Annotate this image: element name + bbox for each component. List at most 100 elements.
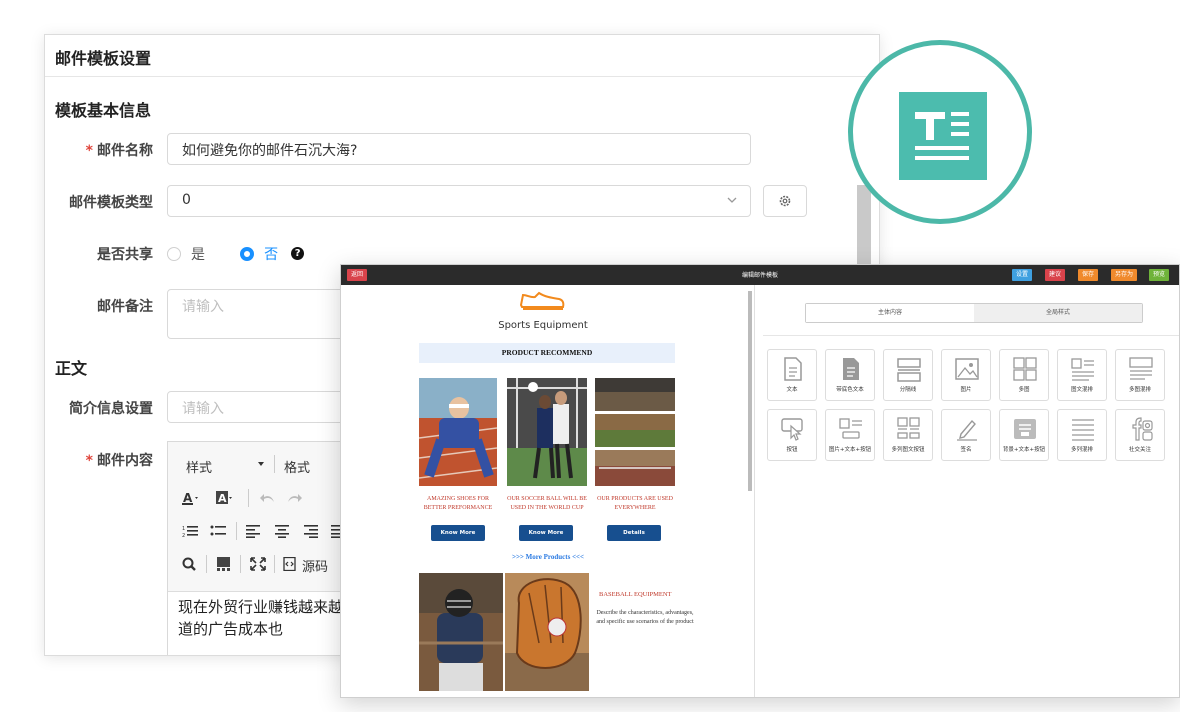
tool-multi-image-text[interactable]: 多图混排 — [1115, 349, 1165, 401]
multi-image-icon — [1013, 357, 1037, 381]
font-color-icon[interactable]: A — [182, 491, 198, 505]
more-products-link[interactable]: >>> More Products <<< — [341, 553, 754, 561]
tool-multi-column-layout[interactable]: 多列混排 — [1057, 409, 1107, 461]
product-image-soccer — [507, 378, 587, 486]
svg-text:A: A — [218, 492, 227, 505]
sidebar-tabs: 主体内容 全局样式 — [805, 303, 1143, 323]
save-as-button[interactable]: 另存为 — [1111, 269, 1138, 281]
share-label: 是否共享 — [97, 247, 153, 263]
svg-text:A: A — [183, 491, 193, 505]
feature-badge — [848, 40, 1032, 224]
content-label: 邮件内容 — [97, 453, 153, 469]
image-text-icon — [1071, 358, 1094, 381]
image-icon — [955, 358, 979, 380]
preview-button[interactable]: 预览 — [1149, 269, 1170, 281]
text-align-icon — [899, 92, 987, 180]
tool-image-text-button[interactable]: 图片+文本+按钮 — [825, 409, 875, 461]
template-type-select[interactable]: 0 — [167, 185, 751, 217]
type-label: 邮件模板类型 — [69, 195, 153, 211]
save-button[interactable]: 保存 — [1078, 269, 1099, 281]
intro-label: 简介信息设置 — [69, 401, 153, 417]
tool-multi-column-button[interactable]: 多列图文按钮 — [883, 409, 933, 461]
baseball-equipment-description: Describe the characteristics, advantages… — [596, 610, 694, 625]
name-label: 邮件名称 — [97, 143, 153, 159]
brand-name: Sports Equipment — [498, 320, 588, 331]
fullscreen-icon[interactable] — [250, 557, 266, 571]
block-quote-icon[interactable] — [216, 557, 232, 571]
baseball-equipment-title: BASEBALL EQUIPMENT — [599, 591, 672, 598]
editor-title-bar: 返回 编辑邮件模板 设置 建议 保存 另存为 预览 — [341, 265, 1179, 285]
divider-icon — [897, 358, 921, 382]
tool-image[interactable]: 图片 — [941, 349, 991, 401]
multi-column-button-icon — [897, 417, 920, 439]
details-button[interactable]: Details — [607, 525, 661, 541]
required-mark: * — [85, 143, 93, 159]
image-text-button-icon — [839, 418, 862, 439]
tool-social-follow[interactable]: 社交关注 — [1115, 409, 1165, 461]
search-icon[interactable] — [182, 557, 198, 571]
baseball-glove-image — [505, 573, 589, 691]
component-sidebar: 主体内容 全局样式 文本 带底色文本 分隔线 图片 多图 图文混排 多图混排 按… — [763, 285, 1179, 697]
svg-text:2: 2 — [182, 533, 185, 538]
tool-shaded-text[interactable]: 带底色文本 — [825, 349, 875, 401]
tab-global-style[interactable]: 全局样式 — [974, 304, 1142, 322]
align-center-icon[interactable] — [274, 524, 290, 538]
source-code-icon[interactable] — [282, 557, 298, 571]
background-color-icon[interactable]: A — [216, 491, 232, 505]
remark-label: 邮件备注 — [97, 299, 153, 315]
required-mark: * — [85, 453, 93, 469]
type-row: 邮件模板类型 0 — [45, 185, 807, 217]
signature-pen-icon — [957, 419, 977, 441]
tool-background-text-button[interactable]: 背景+文本+按钮 — [999, 409, 1049, 461]
tool-button[interactable]: 按钮 — [767, 409, 817, 461]
redo-icon[interactable] — [286, 491, 302, 505]
settings-button[interactable]: 设置 — [1012, 269, 1033, 281]
product-caption-1: AMAZING SHOES FOR BETTER PREFORMANCE — [423, 496, 493, 511]
text-document-icon — [784, 357, 802, 381]
share-yes-radio[interactable] — [167, 246, 181, 261]
style-dropdown[interactable]: 样式 — [186, 457, 212, 476]
know-more-button-2[interactable]: Know More — [519, 525, 573, 541]
type-settings-button[interactable] — [763, 185, 807, 217]
tool-image-text[interactable]: 图文混排 — [1057, 349, 1107, 401]
panel-title: 邮件模板设置 — [45, 35, 879, 77]
product-caption-3: OUR PRODUCTS ARE USED EVERYWHERE — [597, 496, 673, 511]
email-preview-pane[interactable]: Sports Equipment PRODUCT RECOMMEND AMAZI… — [341, 285, 755, 697]
align-left-icon[interactable] — [246, 524, 262, 538]
know-more-button-1[interactable]: Know More — [431, 525, 485, 541]
social-icons-icon — [1132, 417, 1153, 441]
undo-icon[interactable] — [260, 491, 276, 505]
email-name-input[interactable]: 如何避免你的邮件石沉大海? — [167, 133, 751, 165]
shoe-logo-icon — [519, 291, 565, 310]
chevron-down-icon — [727, 197, 737, 203]
share-no-radio[interactable] — [240, 246, 255, 261]
source-code-label: 源码 — [302, 560, 329, 575]
template-type-value: 0 — [182, 192, 191, 208]
unordered-list-icon[interactable] — [210, 524, 226, 538]
section-body-title: 正文 — [55, 359, 88, 378]
ordered-list-icon[interactable]: 12 — [182, 524, 198, 538]
tool-text[interactable]: 文本 — [767, 349, 817, 401]
share-yes-label: 是 — [191, 246, 205, 263]
help-icon[interactable]: ? — [291, 247, 305, 260]
multi-image-text-icon — [1129, 357, 1153, 380]
marketing-composite: 邮件模板设置 模板基本信息 * 邮件名称 如何避免你的邮件石沉大海? 邮件模板类型… — [0, 0, 1180, 712]
email-template-editor-window: 返回 编辑邮件模板 设置 建议 保存 另存为 预览 Sports Equipme… — [340, 264, 1180, 698]
preview-scrollbar[interactable] — [748, 291, 752, 491]
tool-signature[interactable]: 签名 — [941, 409, 991, 461]
tab-main-content[interactable]: 主体内容 — [806, 304, 974, 322]
tool-divider[interactable]: 分隔线 — [883, 349, 933, 401]
align-right-icon[interactable] — [302, 524, 318, 538]
tool-multi-image[interactable]: 多图 — [999, 349, 1049, 401]
gear-icon — [779, 195, 791, 207]
background-block-icon — [1014, 419, 1036, 439]
multi-column-layout-icon — [1072, 419, 1094, 441]
product-caption-2: OUR SOCCER BALL WILL BE USED IN THE WORL… — [507, 496, 587, 511]
product-image-shoes — [419, 378, 497, 486]
button-hand-icon — [781, 418, 803, 441]
shaded-document-icon — [843, 358, 859, 380]
product-image-stadiums — [595, 378, 675, 486]
suggest-button[interactable]: 建议 — [1045, 269, 1066, 281]
caret-down-icon — [258, 462, 264, 466]
format-dropdown[interactable]: 格式 — [284, 457, 310, 476]
